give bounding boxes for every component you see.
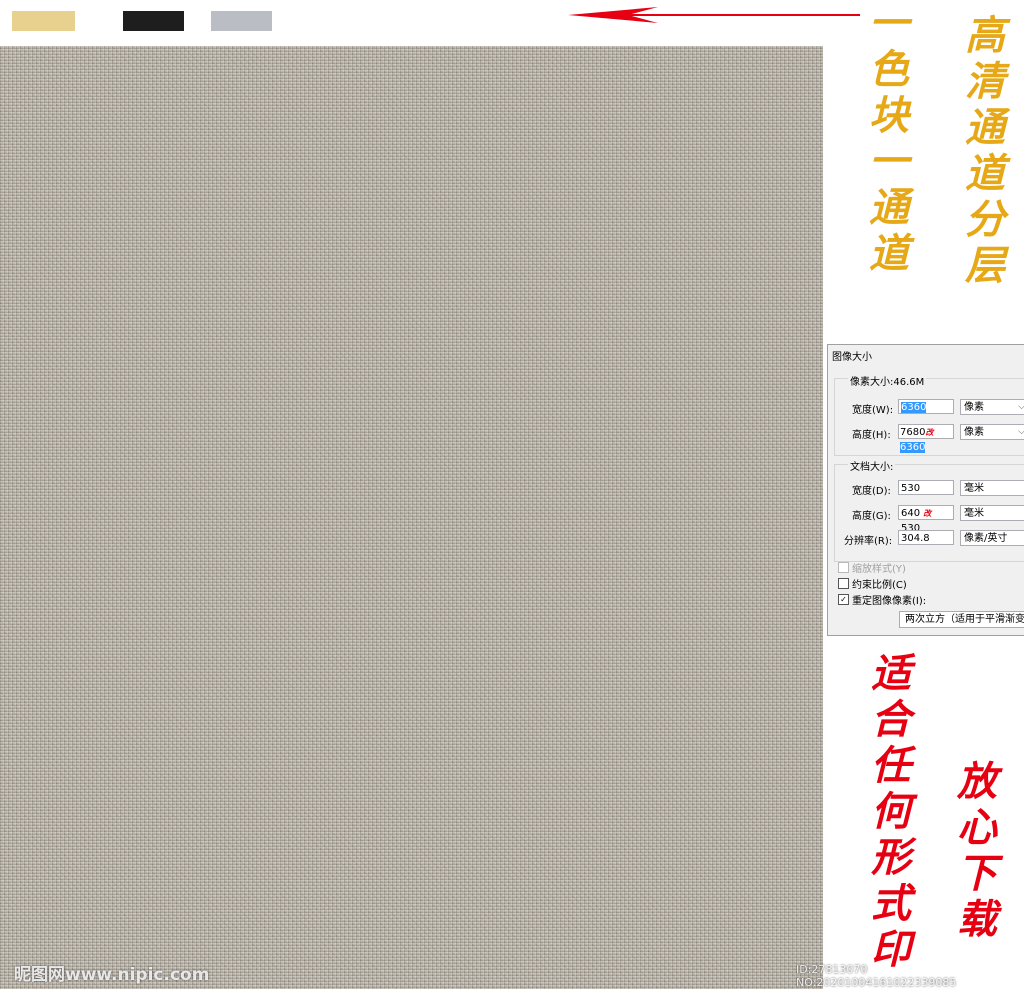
side-text-one-channel: 一色块一通道 [862, 2, 909, 278]
watermark-id: ID:27813070 NO:20201004161022339085 [796, 963, 957, 989]
side-text-download: 放心下载 [950, 760, 997, 944]
width-label: 宽度(W): [852, 405, 894, 416]
resolution-field[interactable]: 304.8 [898, 530, 954, 545]
resolution-label: 分辨率(R): [844, 536, 893, 547]
width-unit-select[interactable]: 像素 ⌵ [960, 399, 1024, 415]
width-field[interactable]: 6360 [898, 399, 954, 414]
fabric-texture-image [0, 46, 823, 989]
resample-method-select[interactable]: 两次立方（适用于平滑渐变 [899, 611, 1024, 628]
checkbox-box [838, 578, 849, 589]
height-label: 高度(H): [852, 430, 891, 441]
height-value-new: 6360 [900, 442, 926, 453]
doc-height-unit-select[interactable]: 毫米 [960, 505, 1024, 521]
resolution-unit-value: 像素/英寸 [964, 533, 1008, 544]
resolution-value: 304.8 [901, 533, 930, 544]
height-unit-value: 像素 [964, 427, 984, 438]
side-text-hd-layers: 高清通道分层 [958, 14, 1005, 290]
resolution-unit-select[interactable]: 像素/英寸 [960, 530, 1024, 546]
doc-width-unit-value: 毫米 [964, 483, 984, 494]
doc-height-edit-mark: 改 [923, 509, 932, 518]
doc-width-value: 530 [901, 483, 921, 494]
left-arrow-icon [568, 7, 860, 23]
doc-width-field[interactable]: 530 [898, 480, 954, 495]
scale-styles-checkbox[interactable]: 缩放样式(Y) [838, 560, 906, 575]
watermark-site: 昵图网www.nipic.com [14, 965, 210, 985]
constrain-label: 约束比例(C) [852, 580, 907, 591]
constrain-proportions-checkbox[interactable]: 约束比例(C) [838, 576, 907, 591]
image-size-dialog: 图像大小 像素大小:46.6M 宽度(W): 6360 像素 ⌵ 高度(H): 7… [827, 344, 1024, 636]
checkbox-box [838, 562, 849, 573]
height-value-old: 7680 [900, 427, 926, 438]
pixel-dimensions-group [834, 378, 1024, 456]
pixel-dimensions-label: 像素大小:46.6M [848, 373, 927, 388]
doc-height-label: 高度(G): [852, 511, 891, 522]
resample-method-value: 两次立方（适用于平滑渐变 [905, 614, 1024, 625]
doc-height-field[interactable]: 640 改 530 [898, 505, 954, 534]
dialog-title: 图像大小 [832, 352, 872, 363]
checkmark-icon: ✓ [838, 594, 849, 605]
height-edit-mark: 改 [925, 428, 934, 437]
width-value: 6360 [901, 402, 927, 413]
side-text-print-suitable: 适合任何形式印 [864, 652, 911, 974]
resample-label: 重定图像像素(I): [852, 596, 927, 607]
scale-styles-label: 缩放样式(Y) [852, 564, 906, 575]
chevron-down-icon: ⌵ [1018, 427, 1024, 437]
doc-height-value-old: 640 [901, 508, 921, 519]
color-swatch-gray [211, 11, 272, 31]
doc-width-unit-select[interactable]: 毫米 [960, 480, 1024, 496]
doc-height-unit-value: 毫米 [964, 508, 984, 519]
height-unit-select[interactable]: 像素 ⌵ [960, 424, 1024, 440]
height-field[interactable]: 7680改 6360 [898, 424, 954, 453]
doc-width-label: 宽度(D): [852, 486, 891, 497]
chevron-down-icon: ⌵ [1018, 402, 1024, 412]
resample-checkbox[interactable]: ✓ 重定图像像素(I): [838, 592, 926, 607]
document-size-label: 文档大小: [848, 458, 896, 473]
color-swatch-black [123, 11, 184, 31]
width-unit-value: 像素 [964, 402, 984, 413]
color-swatch-gold [12, 11, 75, 31]
